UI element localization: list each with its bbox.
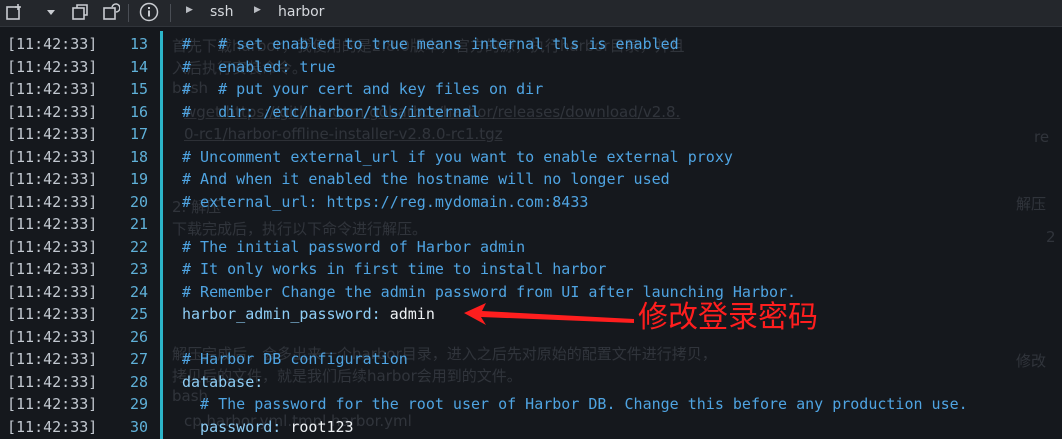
config-key: harbor_admin_password: [182, 305, 390, 323]
toolbar-divider [170, 4, 171, 22]
line-number: 15 [129, 80, 148, 98]
refresh-icon[interactable] [101, 3, 121, 21]
code-text: database: [182, 371, 263, 393]
line-number: 13 [129, 35, 148, 53]
timestamp: [11:42:33] [7, 350, 98, 368]
code-comment: # It only works in first time to install… [182, 260, 607, 278]
annotation-arrow-icon [464, 303, 634, 325]
code-comment: # And when it enabled the hostname will … [182, 170, 670, 188]
line-number: 20 [129, 192, 148, 211]
code-text: # The initial password of Harbor admin [182, 236, 525, 258]
timestamp: [11:42:33] [7, 80, 98, 98]
line-number: 14 [129, 57, 148, 76]
code-comment: # # put your cert and key files on dir [182, 80, 544, 98]
breadcrumb-harbor[interactable]: harbor [278, 4, 324, 20]
line-number: 21 [129, 215, 148, 233]
timestamp: [11:42:33] [7, 395, 98, 413]
line-number: 17 [129, 125, 148, 143]
timestamp: [11:42:33] [7, 372, 98, 391]
line-number: 29 [129, 395, 148, 413]
timestamp: [11:42:33] [7, 417, 98, 436]
info-icon[interactable] [138, 2, 160, 22]
config-key: password: [182, 417, 291, 436]
timestamp: [11:42:33] [7, 147, 98, 166]
config-value: root123 [290, 417, 354, 436]
code-comment: # # set enabled to true means internal t… [182, 35, 679, 53]
line-number-gutter [160, 31, 163, 439]
line-number: 27 [129, 350, 148, 368]
timestamp: [11:42:33] [7, 125, 98, 143]
breadcrumb-arrow-icon: ▶ [186, 5, 193, 15]
code-text: # dir: /etc/harbor/tls/internal [182, 101, 480, 123]
timestamp: [11:42:33] [7, 282, 98, 301]
timestamp: [11:42:33] [7, 170, 98, 188]
timestamp: [11:42:33] [7, 35, 98, 53]
line-number: 23 [129, 260, 148, 278]
code-comment: # The initial password of Harbor admin [182, 237, 526, 256]
restore-icon[interactable] [70, 3, 90, 21]
timestamp: [11:42:33] [7, 327, 98, 346]
line-number: 25 [129, 305, 148, 323]
code-text: # Harbor DB configuration [182, 348, 408, 370]
code-text: harbor_admin_password: admin [182, 303, 435, 325]
code-text: # And when it enabled the hostname will … [182, 168, 670, 190]
timestamp: [11:42:33] [7, 192, 98, 211]
code-text: password: root123 [182, 416, 354, 438]
code-text: # It only works in first time to install… [182, 258, 606, 280]
code-text: # # set enabled to true means internal t… [182, 33, 679, 55]
line-number: 22 [129, 237, 148, 256]
code-text: # # put your cert and key files on dir [182, 78, 543, 100]
config-value: admin [389, 305, 435, 323]
timestamp: [11:42:33] [7, 57, 98, 76]
toolbar-divider [128, 4, 129, 22]
dropdown-icon[interactable] [44, 3, 58, 21]
breadcrumb-ssh[interactable]: ssh [210, 4, 233, 20]
code-text: # Uncomment external_url if you want to … [182, 146, 733, 168]
timestamp: [11:42:33] [7, 237, 98, 256]
breadcrumb-arrow-icon: ▶ [254, 5, 261, 15]
code-comment: # enabled: true [182, 57, 336, 76]
timestamp: [11:42:33] [7, 260, 98, 278]
code-comment: # Uncomment external_url if you want to … [182, 147, 733, 166]
code-text: # external_url: https://reg.mydomain.com… [182, 191, 588, 213]
code-text: # The password for the root user of Harb… [182, 393, 968, 415]
timestamp: [11:42:33] [7, 102, 98, 121]
line-number: 18 [129, 147, 148, 166]
timestamp: [11:42:33] [7, 215, 98, 233]
line-number: 24 [129, 282, 148, 301]
code-text: # enabled: true [182, 56, 336, 78]
line-number: 28 [129, 372, 148, 391]
line-number: 16 [129, 102, 148, 121]
code-comment: # dir: /etc/harbor/tls/internal [182, 102, 481, 121]
code-comment: # The password for the root user of Harb… [182, 395, 968, 413]
code-comment: # Harbor DB configuration [182, 350, 408, 368]
line-number: 19 [129, 170, 148, 188]
code-comment: # external_url: https://reg.mydomain.com… [182, 192, 589, 211]
config-key: database: [182, 372, 264, 391]
annotation-label: 修改登录密码 [638, 300, 818, 335]
timestamp: [11:42:33] [7, 305, 98, 323]
new-tab-icon[interactable] [4, 3, 24, 21]
line-number: 30 [129, 417, 148, 436]
line-number: 26 [129, 327, 148, 346]
terminal-toolbar: ▶ ssh ▶ harbor [0, 0, 1062, 27]
